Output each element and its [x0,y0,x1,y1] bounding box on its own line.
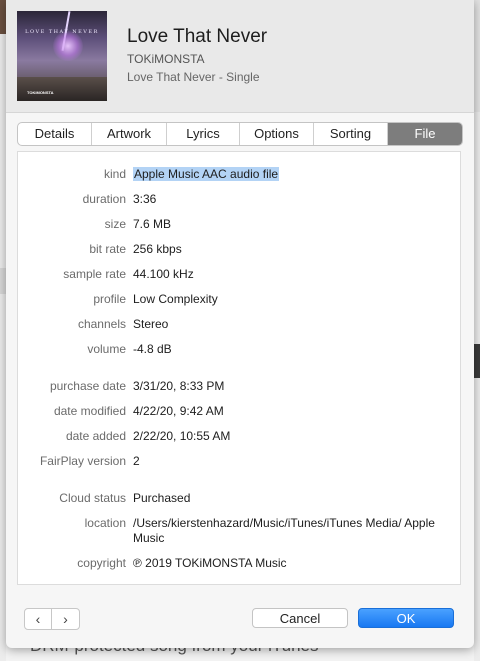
info-label: purchase date [49,379,126,393]
info-label: date added [65,429,126,443]
artwork-title-text: LOVE THAT NEVER [25,29,99,35]
tab-options[interactable]: Options [240,123,314,145]
file-info-panel: kind Apple Music AAC audio file duration… [17,151,461,585]
info-label: date modified [53,404,126,418]
background-window-right [474,0,480,661]
info-value-date-modified: 4/22/20, 9:42 AM [133,404,224,418]
info-value-date-added: 2/22/20, 10:55 AM [133,429,231,443]
info-value-fairplay-version: 2 [133,454,140,468]
song-title: Love That Never [127,26,268,47]
info-value-cloud-status: Purchased [133,491,191,505]
info-value-profile: Low Complexity [133,292,218,306]
info-label: size [104,217,126,231]
info-label: kind [103,167,126,181]
ok-button[interactable]: OK [358,608,454,628]
info-value-channels: Stereo [133,317,169,331]
info-value-location[interactable]: /Users/kierstenhazard/Music/iTunes/iTune… [133,516,453,546]
info-label: bit rate [89,242,126,256]
info-label: channels [77,317,126,331]
info-value-size: 7.6 MB [133,217,172,231]
info-label: volume [87,342,126,356]
cancel-button[interactable]: Cancel [252,608,348,628]
info-label: location [84,516,126,530]
tab-sorting[interactable]: Sorting [314,123,388,145]
song-artist: TOKiMONSTA [127,52,205,66]
tab-lyrics[interactable]: Lyrics [167,123,240,145]
info-label: Cloud status [59,491,126,505]
info-value-duration: 3:36 [133,192,157,206]
background-band [474,0,480,112]
song-album: Love That Never - Single [127,70,260,84]
info-value-copyright: ℗ 2019 TOKiMONSTA Music [133,556,287,570]
info-label: profile [93,292,126,306]
info-value-purchase-date: 3/31/20, 8:33 PM [133,379,225,393]
song-header: LOVE THAT NEVER TOKiMONSTA Love That Nev… [6,0,474,113]
info-value-sample-rate: 44.100 kHz [133,267,194,281]
background-dark-edge [474,344,480,378]
previous-track-button[interactable]: ‹ [25,609,52,629]
get-info-dialog: LOVE THAT NEVER TOKiMONSTA Love That Nev… [6,0,474,648]
artwork-label-text: TOKiMONSTA [27,90,54,95]
tab-artwork[interactable]: Artwork [92,123,167,145]
track-navigation: ‹ › [24,608,80,630]
info-value-kind[interactable]: Apple Music AAC audio file [133,167,280,181]
artwork-glow [53,31,83,61]
tab-details[interactable]: Details [18,123,92,145]
info-value-bit-rate: 256 kbps [133,242,182,256]
info-label: copyright [77,556,126,570]
tab-file[interactable]: File [388,123,462,145]
info-label: duration [82,192,126,206]
album-artwork: LOVE THAT NEVER TOKiMONSTA [17,11,107,101]
artwork-ground [17,77,107,101]
info-value-volume: -4.8 dB [133,342,172,356]
next-track-button[interactable]: › [52,609,79,629]
info-label: FairPlay version [39,454,126,468]
info-label: sample rate [63,267,126,281]
tab-bar: Details Artwork Lyrics Options Sorting F… [17,122,463,146]
